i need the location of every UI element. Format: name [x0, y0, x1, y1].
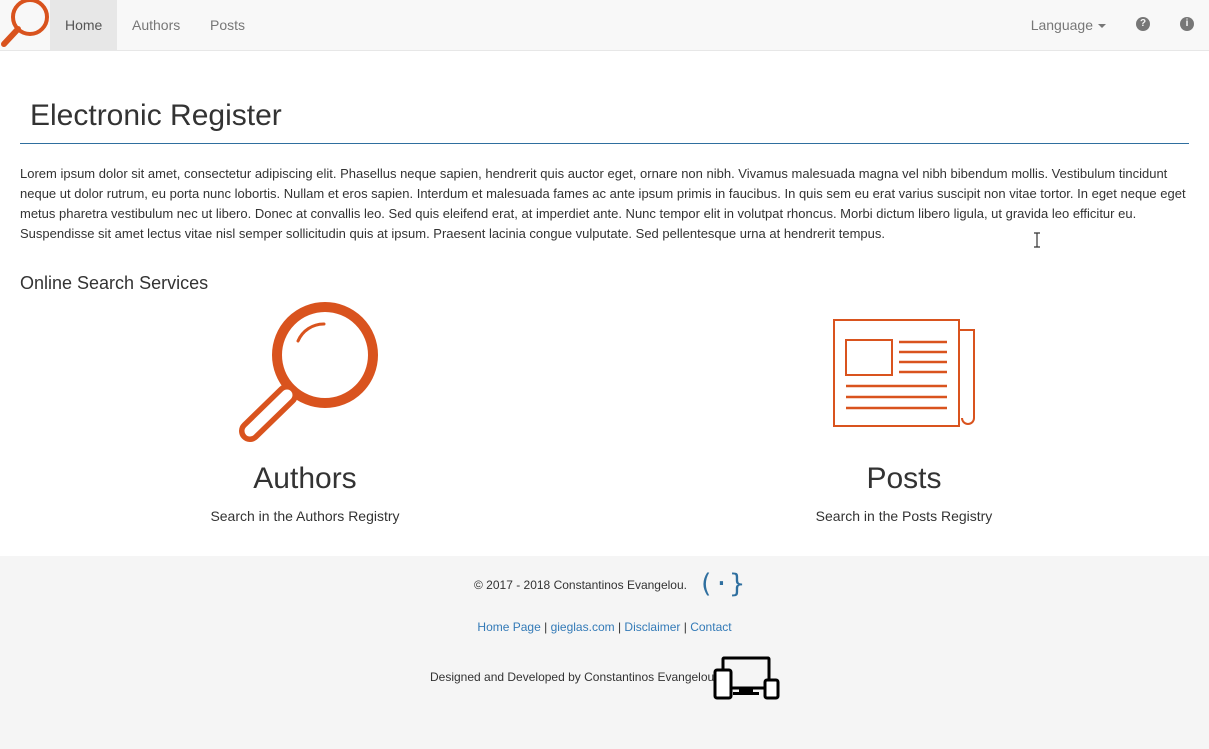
intro-paragraph: Lorem ipsum dolor sit amet, consectetur … — [20, 166, 1186, 241]
footer-link-gieglas[interactable]: gieglas.com — [551, 620, 615, 634]
magnifier-icon[interactable] — [230, 298, 380, 448]
page-title: Electronic Register — [30, 99, 282, 132]
posts-service-card[interactable]: Posts Search in the Posts Registry — [754, 298, 1054, 524]
footer-link-disclaimer[interactable]: Disclaimer — [624, 620, 680, 634]
responsive-devices-icon — [713, 656, 780, 700]
newspaper-icon[interactable] — [829, 298, 979, 448]
service-title: Authors — [253, 462, 357, 495]
info-circle-icon[interactable]: i — [1180, 17, 1194, 31]
footer: © 2017 - 2018 Constantinos Evangelou. (·… — [0, 556, 1209, 749]
footer-link-contact[interactable]: Contact — [690, 620, 731, 634]
language-label: Language — [1030, 17, 1093, 33]
designed-by-text: Designed and Developed by Constantinos E… — [430, 670, 715, 684]
footer-links: Home Page | gieglas.com | Disclaimer | C… — [0, 619, 1209, 635]
nav-home[interactable]: Home — [50, 0, 118, 50]
footer-link-home-page[interactable]: Home Page — [477, 620, 540, 634]
navbar: Home Authors Posts Language ? i — [0, 0, 1209, 51]
service-description: Search in the Authors Registry — [210, 508, 400, 524]
question-circle-icon[interactable]: ? — [1136, 17, 1150, 31]
copyright-text: © 2017 - 2018 Constantinos Evangelou. — [474, 578, 687, 592]
link-separator: | — [614, 620, 625, 634]
language-dropdown[interactable]: Language — [1016, 0, 1121, 50]
nav-authors[interactable]: Authors — [117, 0, 195, 50]
nav-posts[interactable]: Posts — [195, 0, 260, 50]
link-separator: | — [540, 620, 551, 634]
section-title: Online Search Services — [20, 273, 209, 293]
authors-service-card[interactable]: Authors Search in the Authors Registry — [155, 298, 455, 524]
service-description: Search in the Posts Registry — [815, 508, 993, 524]
brace-logo-icon: (·} — [698, 569, 745, 599]
magnifier-icon — [1, 0, 49, 47]
link-separator: | — [680, 620, 691, 634]
service-title: Posts — [866, 462, 942, 495]
text-cursor-icon — [1034, 232, 1040, 248]
brand-logo[interactable] — [0, 0, 50, 50]
caret-down-icon — [1098, 24, 1106, 29]
title-divider — [20, 143, 1189, 144]
